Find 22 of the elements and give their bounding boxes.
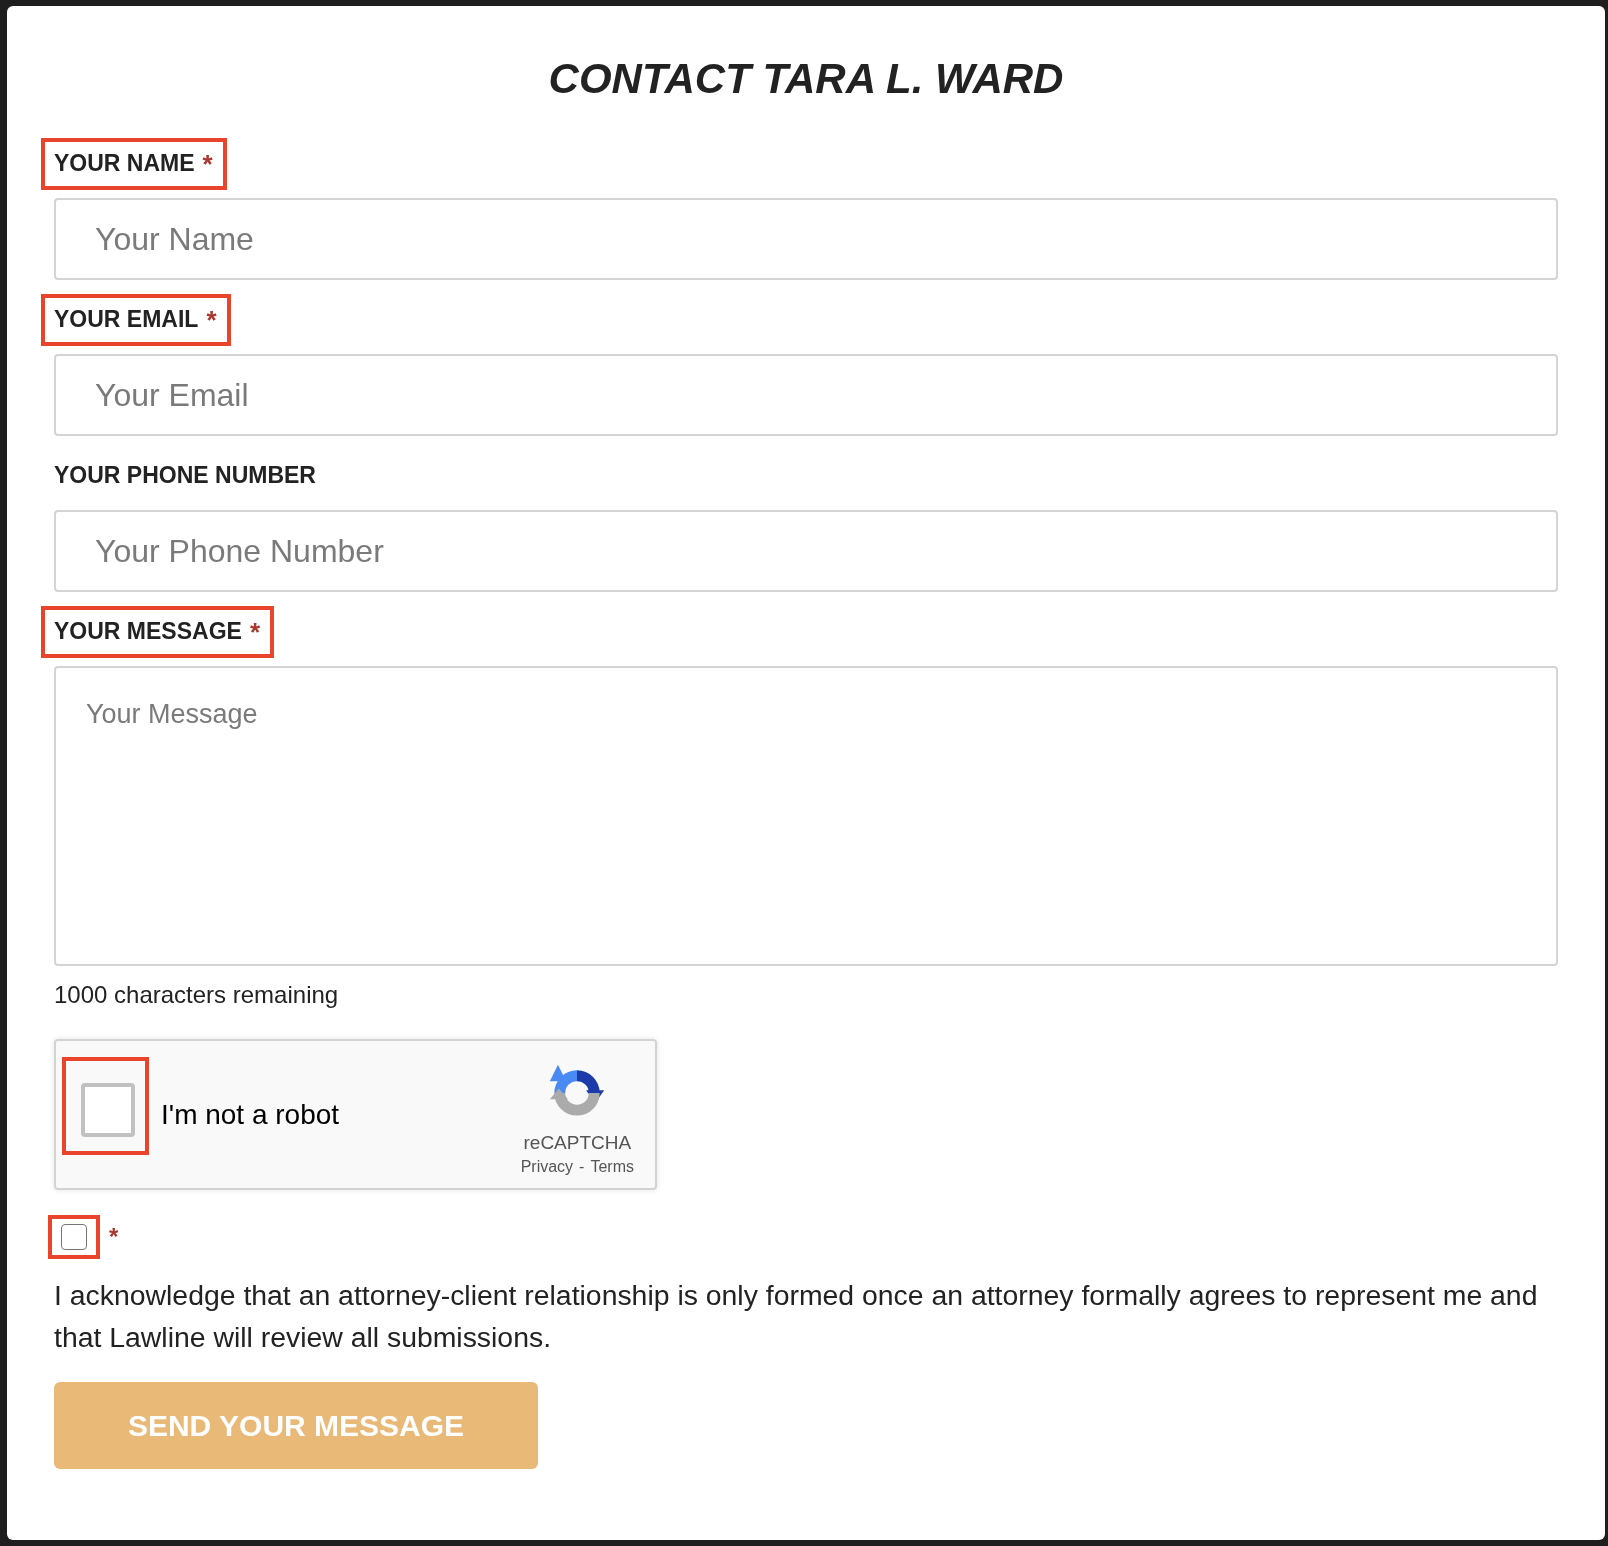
required-asterisk: * (249, 617, 260, 647)
text-field[interactable]: Your Name (54, 198, 1558, 280)
text-field[interactable]: Your Email (54, 354, 1558, 436)
dialog-title: CONTACT TARA L. WARD (547, 54, 1065, 104)
field-label: YOUR MESSAGE (54, 619, 242, 645)
character-counter: 1000 characters remaining (54, 980, 339, 1010)
captcha-label: I'm not a robot (161, 1097, 340, 1132)
link-separator: - (579, 1157, 585, 1177)
acknowledge-checkbox[interactable] (61, 1224, 87, 1250)
required-asterisk: * (109, 1225, 119, 1249)
acknowledgement-text: I acknowledge that an attorney-client relationship is only formed once an attorney formally agrees to represent me and that Lawline will review all submissions. (54, 1278, 1539, 1355)
required-asterisk: * (206, 305, 217, 335)
field-label: YOUR EMAIL (54, 307, 199, 333)
message-field[interactable]: Your Message (54, 666, 1558, 966)
captcha-checkbox[interactable] (81, 1083, 135, 1137)
field-label: YOUR PHONE NUMBER (54, 463, 316, 489)
field-label: YOUR NAME (54, 151, 195, 177)
text-field[interactable]: Your Phone Number (54, 510, 1558, 592)
required-asterisk: * (202, 149, 213, 179)
captcha-link[interactable]: Terms (590, 1157, 634, 1177)
captcha-link[interactable]: Privacy (520, 1157, 574, 1177)
captcha-brand-text: reCAPTCHA (523, 1131, 632, 1154)
